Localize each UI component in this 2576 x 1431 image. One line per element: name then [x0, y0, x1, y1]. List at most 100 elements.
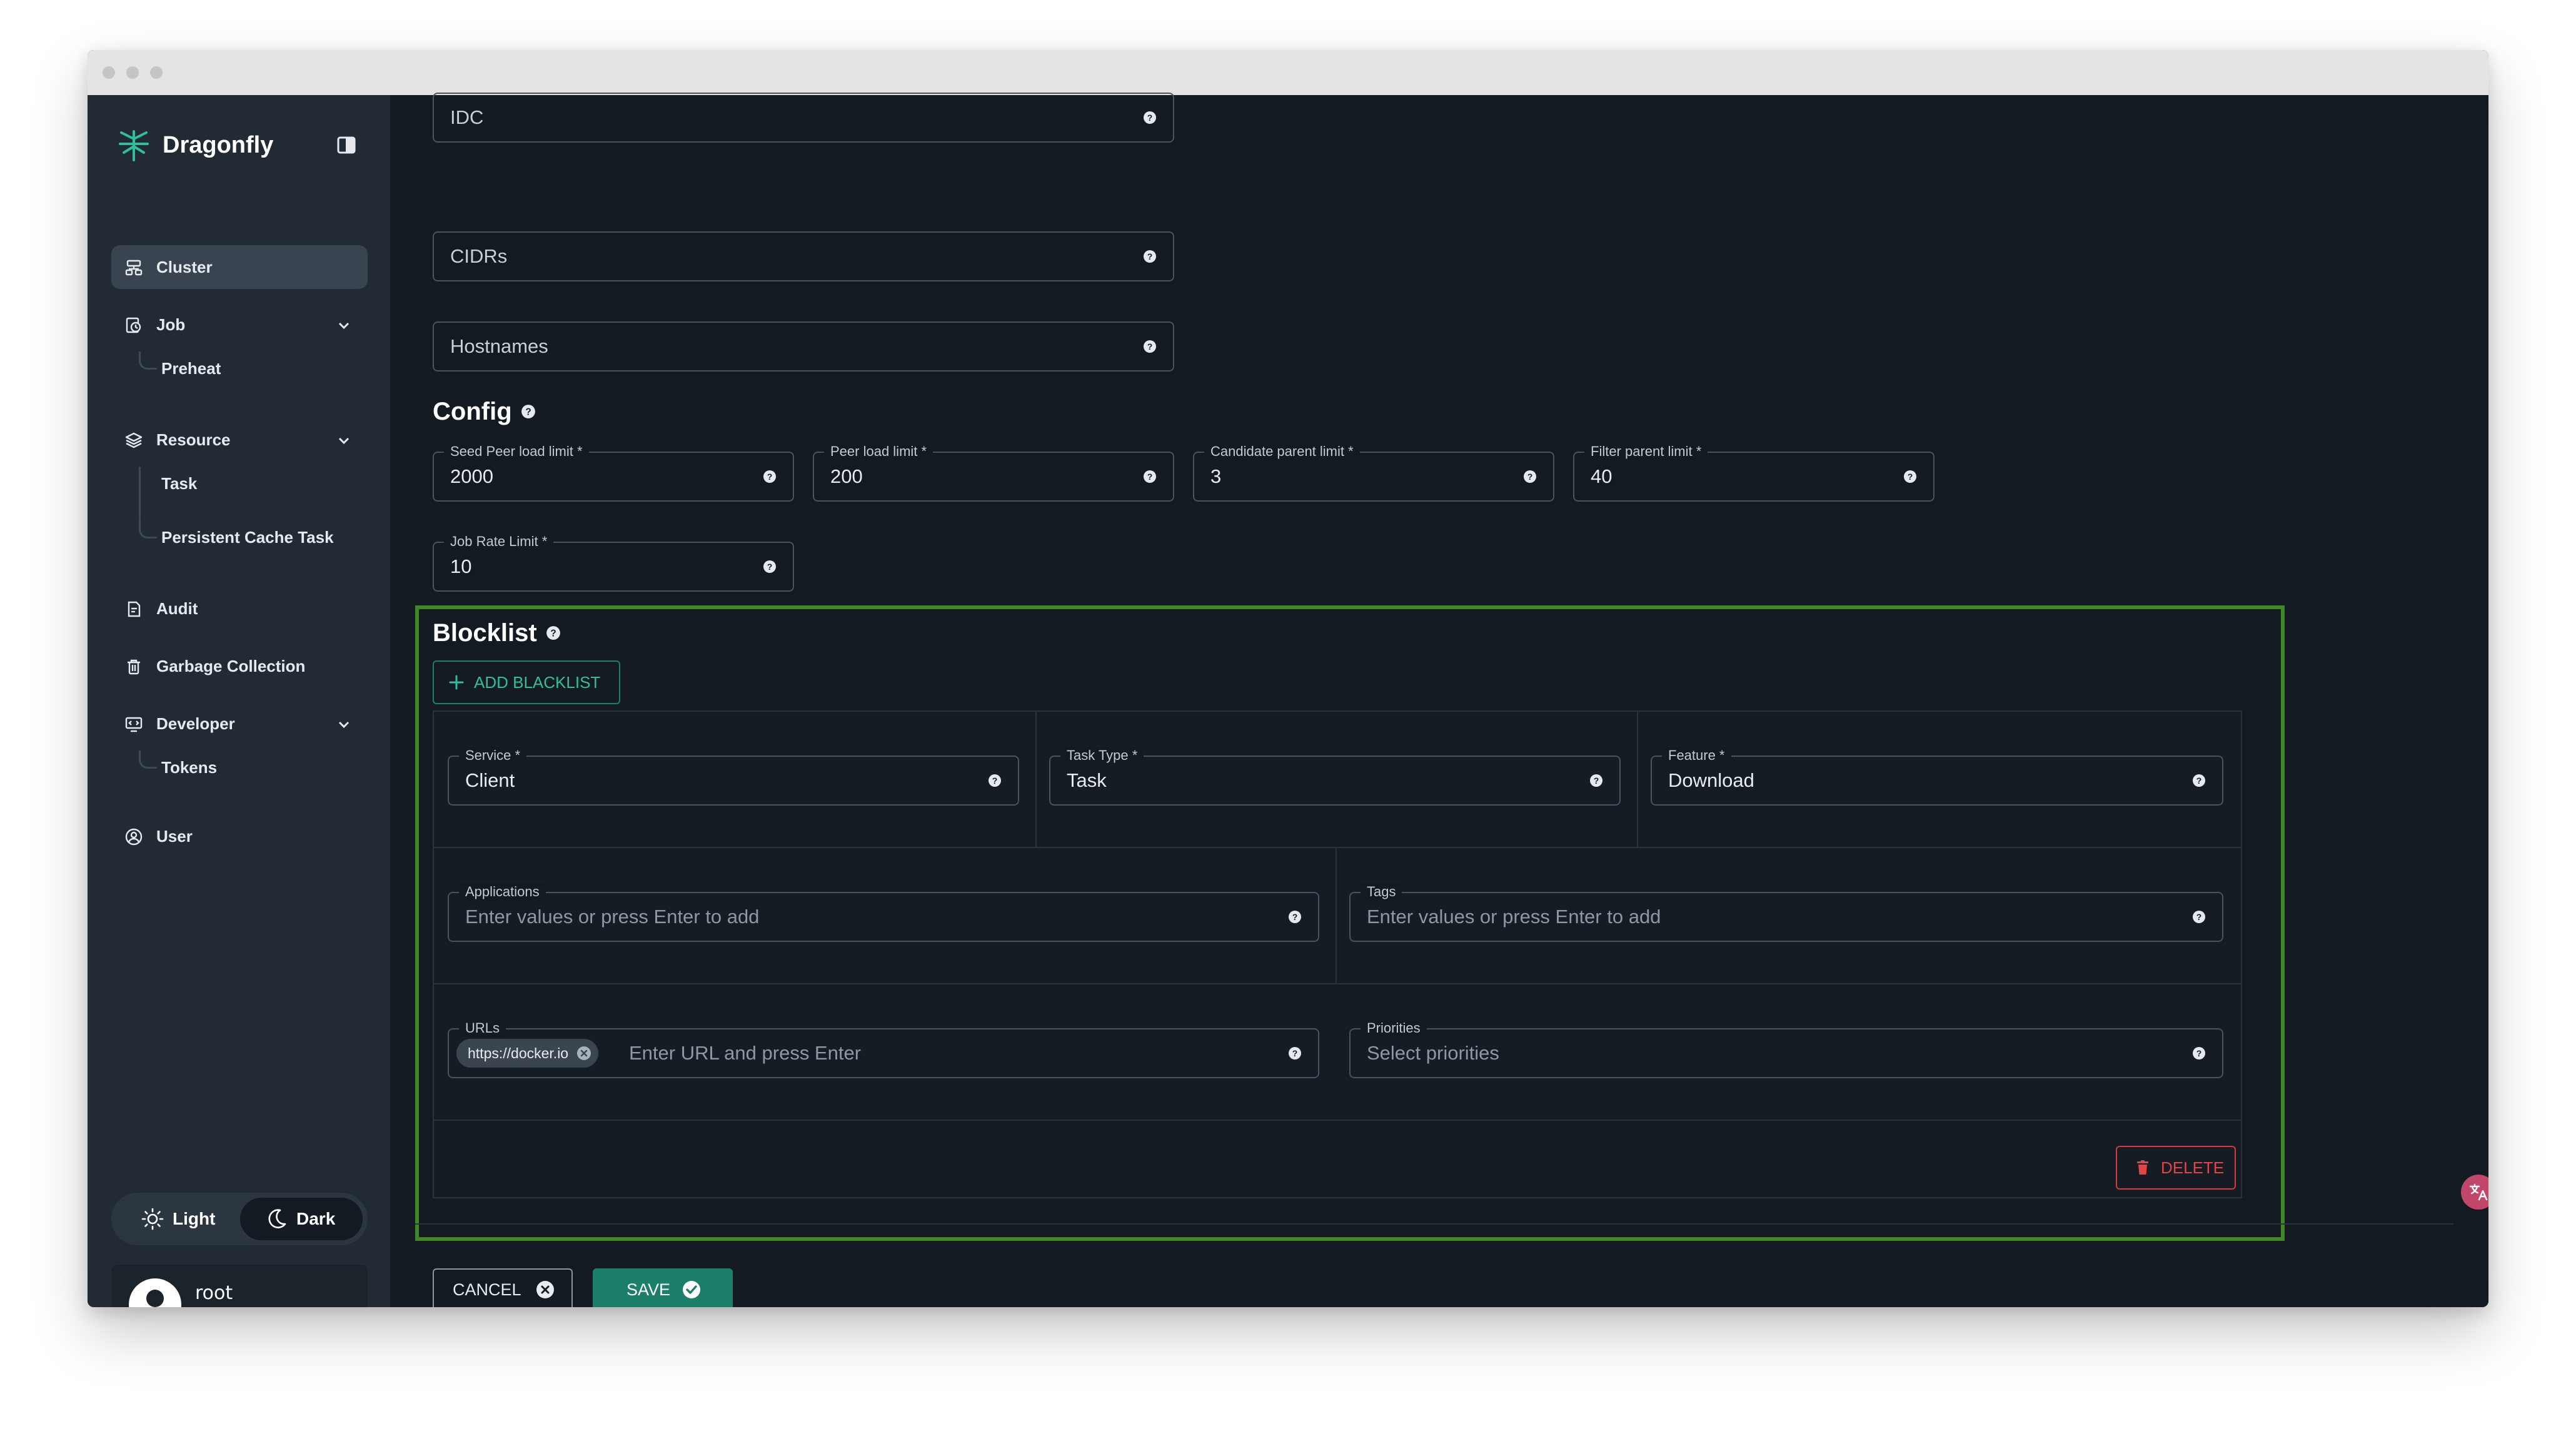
idc-input-text: IDC [450, 106, 484, 128]
window-minimize-dot[interactable] [126, 66, 139, 79]
field-value: Task [1067, 769, 1107, 791]
filter-parent-limit-input[interactable]: Filter parent limit * 40 ? [1573, 443, 1935, 502]
peer-load-limit-input[interactable]: Peer load limit * 200 ? [813, 443, 1174, 502]
applications-input[interactable]: Applications Enter values or press Enter… [448, 883, 1319, 942]
feature-select[interactable]: Feature * Download ? [1651, 747, 2223, 806]
config-title-text: Config [433, 397, 512, 425]
sidebar-item-audit[interactable]: Audit [111, 587, 368, 630]
theme-light-button[interactable]: Light [116, 1198, 239, 1240]
chevron-down-icon [338, 322, 350, 330]
user-name: root [195, 1282, 233, 1304]
blocklist-section-title: Blocklist ? [433, 614, 561, 652]
translate-floating-button[interactable] [2461, 1175, 2488, 1210]
svg-text:?: ? [525, 407, 531, 417]
translate-icon [2469, 1183, 2488, 1201]
theme-toggle: Light Dark [111, 1193, 368, 1245]
help-icon[interactable]: ? [2192, 910, 2206, 924]
field-label: Feature * [1662, 747, 1731, 764]
svg-text:?: ? [2196, 1048, 2202, 1058]
cidrs-input[interactable]: CIDRs ? [433, 231, 1174, 281]
idc-input[interactable]: IDC ? [433, 93, 1174, 143]
sidebar-item-label: Garbage Collection [156, 656, 306, 675]
sidebar-item-job[interactable]: Job [111, 303, 368, 346]
sidebar-item-resource[interactable]: Resource [111, 418, 368, 462]
sidebar-item-label: Job [156, 315, 186, 334]
main-content: IDC ? CIDRs ? Hostnames ? Config ? Seed … [390, 93, 2488, 1307]
seed-peer-load-limit-input[interactable]: Seed Peer load limit * 2000 ? [433, 443, 794, 502]
hostnames-input[interactable]: Hostnames ? [433, 321, 1174, 372]
svg-text:?: ? [1147, 251, 1153, 261]
field-value: 3 [1210, 465, 1222, 487]
urls-input[interactable]: URLs https://docker.io Enter URL and pre… [448, 1019, 1319, 1078]
sidebar-subitem-preheat[interactable]: Preheat [161, 353, 221, 384]
field-label: URLs [459, 1019, 506, 1037]
sidebar-collapse-icon[interactable] [336, 135, 356, 155]
sidebar-item-cluster[interactable]: Cluster [111, 245, 368, 289]
delete-blacklist-button[interactable]: DELETE [2116, 1146, 2236, 1190]
cancel-button[interactable]: CANCEL [433, 1268, 573, 1307]
help-icon[interactable]: ? [1143, 111, 1157, 124]
audit-icon [128, 601, 141, 617]
add-blacklist-label: ADD BLACKLIST [474, 672, 601, 692]
svg-text:?: ? [1292, 912, 1298, 922]
cancel-label: CANCEL [453, 1280, 521, 1299]
candidate-parent-limit-input[interactable]: Candidate parent limit * 3 ? [1193, 443, 1554, 502]
tags-input[interactable]: Tags Enter values or press Enter to add … [1349, 883, 2223, 942]
plus-icon [449, 675, 464, 690]
priorities-select[interactable]: Priorities Select priorities ? [1349, 1019, 2223, 1078]
theme-dark-button[interactable]: Dark [240, 1198, 363, 1240]
save-label: SAVE [626, 1280, 671, 1299]
blocklist-title-text: Blocklist [433, 619, 537, 647]
app-name: Dragonfly [163, 131, 274, 158]
svg-text:?: ? [2196, 912, 2202, 922]
help-icon[interactable]: ? [1288, 910, 1302, 924]
grid-divider [434, 1120, 2241, 1121]
task-type-select[interactable]: Task Type * Task ? [1049, 747, 1621, 806]
help-icon[interactable]: ? [2192, 774, 2206, 787]
sidebar-subitem-task[interactable]: Task [161, 468, 197, 499]
help-icon[interactable]: ? [1523, 470, 1537, 483]
avatar [129, 1278, 181, 1307]
trash-icon [2137, 1160, 2148, 1175]
grid-divider [1637, 712, 1638, 847]
grid-divider [434, 983, 2241, 984]
help-icon[interactable]: ? [521, 404, 536, 419]
help-icon[interactable]: ? [1143, 250, 1157, 263]
add-blacklist-button[interactable]: ADD BLACKLIST [433, 660, 620, 704]
svg-text:?: ? [1908, 472, 1913, 482]
help-icon[interactable]: ? [546, 625, 561, 640]
sidebar-subitem-tokens[interactable]: Tokens [161, 752, 217, 783]
save-button[interactable]: SAVE [593, 1268, 733, 1307]
help-icon[interactable]: ? [1143, 470, 1157, 483]
config-section-title: Config ? [433, 394, 536, 429]
help-icon[interactable]: ? [763, 560, 777, 574]
help-icon[interactable]: ? [1288, 1046, 1302, 1060]
job-rate-limit-input[interactable]: Job Rate Limit * 10 ? [433, 533, 794, 592]
sidebar-item-user[interactable]: User [111, 814, 368, 858]
sidebar-subitem-persistent-cache-task[interactable]: Persistent Cache Task [161, 522, 334, 553]
svg-text:?: ? [1147, 341, 1153, 351]
help-icon[interactable]: ? [1143, 340, 1157, 353]
window-zoom-dot[interactable] [150, 66, 163, 79]
sidebar-item-developer[interactable]: Developer [111, 702, 368, 746]
help-icon[interactable]: ? [1589, 774, 1603, 787]
svg-text:?: ? [1292, 1048, 1298, 1058]
brand-logo[interactable]: Dragonfly [116, 125, 273, 165]
field-label: Filter parent limit * [1584, 443, 1708, 460]
help-icon[interactable]: ? [988, 774, 1002, 787]
help-icon[interactable]: ? [1903, 470, 1917, 483]
service-select[interactable]: Service * Client ? [448, 747, 1019, 806]
field-label: Candidate parent limit * [1204, 443, 1360, 460]
user-card[interactable]: root - [111, 1265, 368, 1307]
field-placeholder: Enter URL and press Enter [629, 1042, 862, 1064]
avatar-person-icon [146, 1290, 164, 1307]
field-placeholder: Select priorities [1367, 1042, 1499, 1064]
svg-text:?: ? [1594, 776, 1599, 786]
window-close-dot[interactable] [103, 66, 115, 79]
help-icon[interactable]: ? [2192, 1046, 2206, 1060]
chip-remove-icon[interactable] [576, 1045, 592, 1061]
help-icon[interactable]: ? [763, 470, 777, 483]
sidebar-item-label: Cluster [156, 257, 213, 276]
sidebar-item-garbage-collection[interactable]: Garbage Collection [111, 644, 368, 688]
user-icon [125, 828, 143, 846]
